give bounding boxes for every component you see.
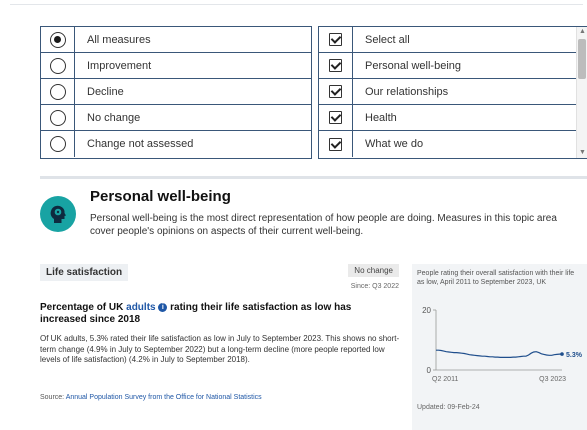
source-line: Source: Annual Population Survey from th… (40, 394, 262, 401)
y-tick-label: 20 (422, 306, 431, 315)
radio-button[interactable] (49, 31, 66, 48)
radio-button[interactable] (49, 57, 66, 74)
checkbox-cell[interactable] (319, 53, 353, 78)
radio-cell[interactable] (41, 27, 75, 52)
scroll-down-arrow-icon[interactable]: ▼ (578, 148, 587, 158)
topic-option[interactable]: What we do (319, 131, 587, 157)
topic-option-label: Personal well-being (365, 59, 461, 72)
topic-description: Personal well-being is the most direct r… (90, 213, 557, 237)
status-option-label: Change not assessed (87, 138, 194, 150)
status-option[interactable]: Improvement (41, 53, 311, 79)
measure-card: Life satisfaction No change Since: Q3 20… (40, 264, 403, 430)
radio-button[interactable] (49, 83, 66, 100)
status-option-label: Decline (87, 85, 124, 98)
radio-button[interactable] (49, 109, 66, 126)
topic-section: Personal well-being Personal well-being … (40, 182, 587, 430)
chart-caption: People rating their overall satisfaction… (417, 270, 575, 286)
head-icon (40, 196, 76, 232)
filter-panel: All measures Improvement Decline No change C… (0, 0, 587, 170)
status-option[interactable]: All measures (41, 27, 311, 53)
chart-card: People rating their overall satisfaction… (412, 264, 587, 430)
topic-option-label: What we do (365, 138, 424, 150)
x-tick-label: Q2 2011 (432, 376, 458, 383)
topic-option-label: Health (365, 111, 397, 124)
status-filter-group: All measures Improvement Decline No change C… (40, 26, 312, 159)
checkbox-cell[interactable] (319, 105, 353, 130)
measure-description: Of UK adults, 5.3% rated their life sati… (40, 334, 400, 364)
checkbox[interactable] (329, 111, 342, 124)
source-label: Source: (40, 394, 66, 401)
checkbox-cell[interactable] (319, 131, 353, 157)
topic-option[interactable]: Select all (319, 27, 587, 53)
topic-filter-group: Select all Personal well-being Our relatio… (318, 26, 587, 159)
measure-headline: Percentage of UK adults i rating their l… (40, 302, 390, 326)
measure-label: Life satisfaction (40, 264, 129, 281)
checkbox-cell[interactable] (319, 27, 353, 52)
topic-option[interactable]: Personal well-being (319, 53, 587, 79)
checkbox-cell[interactable] (319, 79, 353, 104)
checkbox[interactable] (329, 137, 342, 151)
scroll-up-arrow-icon[interactable]: ▲ (578, 27, 587, 37)
radio-cell[interactable] (41, 105, 75, 130)
headline-text: Percentage of UK (40, 302, 127, 313)
source-link[interactable]: Annual Population Survey from the Office… (66, 394, 262, 401)
status-option[interactable]: No change (41, 105, 311, 131)
status-option-label: No change (87, 111, 141, 124)
checkbox[interactable] (329, 33, 342, 46)
topic-title: Personal well-being (90, 188, 231, 205)
topic-option[interactable]: Our relationships (319, 79, 587, 105)
section-divider (40, 176, 587, 179)
status-since: Since: Q3 2022 (350, 283, 399, 290)
scroll-thumb[interactable] (578, 39, 586, 79)
series-line (436, 349, 562, 358)
topic-scrollbar[interactable]: ▲ ▼ (576, 27, 587, 158)
x-tick-label: Q3 2023 (539, 376, 566, 383)
status-option[interactable]: Decline (41, 79, 311, 105)
radio-cell[interactable] (41, 79, 75, 104)
topic-option-label: Select all (365, 33, 410, 46)
topic-option-label: Our relationships (365, 85, 449, 98)
radio-cell[interactable] (41, 53, 75, 78)
topic-option[interactable]: Health (319, 105, 587, 131)
radio-cell[interactable] (41, 131, 75, 157)
divider (10, 4, 583, 5)
last-point-marker (560, 352, 564, 356)
life-satisfaction-chart: 0 20 5.3% Q2 2011 Q3 2023 (422, 306, 583, 383)
updated-date: Updated: 09-Feb-24 (417, 404, 480, 411)
status-option-label: All measures (87, 33, 151, 46)
end-value-label: 5.3% (566, 352, 583, 359)
status-option[interactable]: Change not assessed (41, 131, 311, 157)
adults-link[interactable]: adults (126, 302, 155, 313)
radio-button[interactable] (49, 136, 66, 152)
status-badge: No change (348, 264, 399, 277)
y-tick-label: 0 (427, 366, 432, 375)
checkbox[interactable] (329, 85, 342, 98)
status-option-label: Improvement (87, 59, 152, 72)
checkbox[interactable] (329, 59, 342, 72)
